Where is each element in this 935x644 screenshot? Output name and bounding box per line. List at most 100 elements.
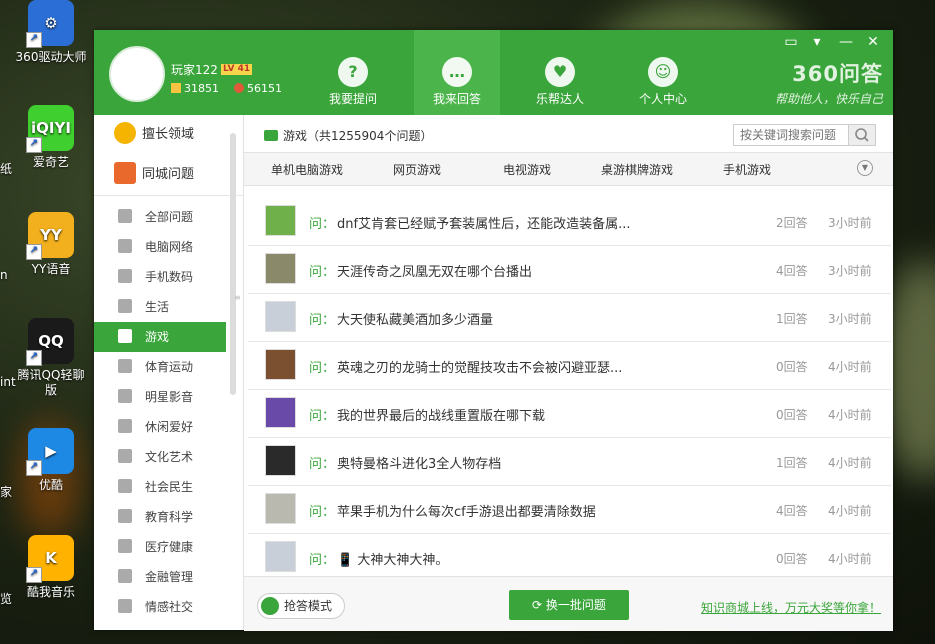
sidebar-item[interactable]: 教育科学 [94,502,226,532]
search-input[interactable] [733,124,849,146]
sidebar-scrollbar[interactable] [230,133,236,395]
desktop-shortcut-label: YY语音 [31,262,71,276]
question-time: 3小时前 [828,216,872,230]
question-text[interactable]: 问： 英魂之刃的龙骑士的觉醒技攻击不会被闪避亚瑟... [309,357,622,376]
points-value: 56151 [247,82,282,95]
subcategory-tabs: 单机电脑游戏 网页游戏 电视游戏 桌游棋牌游戏 手机游戏 ▼ [244,152,893,186]
sidebar-item[interactable]: 社会民生 [94,472,226,502]
asker-avatar[interactable] [265,445,296,476]
sidebar-item[interactable]: 体育运动 [94,352,226,382]
sidebar-item[interactable]: 电脑网络 [94,232,226,262]
nav-tab-3[interactable]: ♥ 乐帮达人 [517,30,603,115]
asker-avatar[interactable] [265,397,296,428]
refresh-questions-button[interactable]: ⟳ 换一批问题 [509,590,629,620]
umbrella-icon [118,299,132,313]
sidebar-item-label: 体育运动 [145,360,194,374]
nav-tab-icon: ? [338,57,368,87]
question-text[interactable]: 问： 大天使私藏美酒加多少酒量 [309,309,493,328]
asker-avatar[interactable] [265,349,296,380]
desktop-shortcut[interactable]: ▶ ↗ 优酷 [12,428,90,493]
desktop-shortcut[interactable]: K ↗ 酷我音乐 [12,535,90,600]
answer-count: 0回答 [776,360,808,374]
minimize-button[interactable]: — [836,33,856,51]
shortcut-arrow-icon: ↗ [26,460,42,476]
subcategory-tab[interactable]: 单机电脑游戏 [271,161,343,178]
question-row[interactable]: 问： 大天使私藏美酒加多少酒量 1回答 3小时前 [248,294,891,342]
search-button[interactable] [848,124,876,146]
question-time: 4小时前 [828,552,872,566]
desktop-shortcut[interactable]: YY ↗ YY语音 [12,212,90,277]
points-stat: 56151 [234,82,282,95]
asker-avatar[interactable] [265,301,296,332]
quick-answer-mode-button[interactable]: 抢答模式 [257,593,345,619]
question-prefix: 问： [309,553,336,568]
question-text[interactable]: 问： 奥特曼格斗进化3全人物存档 [309,453,501,472]
subcategory-tab[interactable]: 电视游戏 [503,161,551,178]
desktop-shortcut[interactable]: iQIYI ↗ 爱奇艺 [12,105,90,170]
question-row[interactable]: 问： 天涯传奇之凤凰无双在哪个台播出 4回答 3小时前 [248,246,891,294]
sidebar-item[interactable]: 医疗健康 [94,532,226,562]
question-text[interactable]: 问： dnf艾肯套已经赋予套装属性后，还能改造装备属... [309,213,630,232]
offscreen-shortcut-label: 览 [0,592,13,606]
question-prefix: 问： [309,409,336,424]
answer-count: 0回答 [776,408,808,422]
user-avatar[interactable] [109,46,165,102]
dropdown-icon[interactable]: ▾ [807,33,827,51]
question-text[interactable]: 问： 苹果手机为什么每次cf手游退出都要清除数据 [309,501,596,520]
question-row[interactable]: 问： dnf艾肯套已经赋予套装属性后，还能改造装备属... 2回答 3小时前 [248,198,891,246]
menu-icon[interactable]: ▭ [781,33,801,51]
question-time: 4小时前 [828,504,872,518]
close-button[interactable]: ✕ [863,33,883,51]
question-text[interactable]: 问： 我的世界最后的战线重置版在哪下载 [309,405,545,424]
answer-count: 0回答 [776,552,808,566]
brand: 360问答 帮助他人，快乐自己 [775,58,883,107]
resize-grip[interactable]: ≡ [234,293,241,302]
nav-tab-2[interactable]: … 我来回答 [414,30,500,115]
nav-tab-4[interactable]: ☺ 个人中心 [620,30,706,115]
sidebar-item[interactable]: 文化艺术 [94,442,226,472]
asker-avatar[interactable] [265,253,296,284]
cherry-icon [234,83,244,93]
question-row[interactable]: 问： 我的世界最后的战线重置版在哪下载 0回答 4小时前 [248,390,891,438]
desktop-shortcut[interactable]: QQ ↗ 腾讯QQ轻聊版 [12,318,90,398]
sidebar-item[interactable]: 休闲爱好 [94,412,226,442]
question-row[interactable]: 问： 📱 大神大神大神。 0回答 4小时前 [248,534,891,582]
chevron-down-icon[interactable]: ▼ [857,160,873,176]
asker-avatar[interactable] [265,205,296,236]
asker-avatar[interactable] [265,541,296,572]
question-text[interactable]: 问： 📱 大神大神大神。 [309,549,448,568]
sidebar-item[interactable]: 生活 [94,292,226,322]
subcategory-tab[interactable]: 桌游棋牌游戏 [601,161,673,178]
sidebar-item-label: 教育科学 [145,510,194,524]
sidebar-item[interactable]: 金融管理 [94,562,226,592]
question-prefix: 问： [309,457,336,472]
sidebar-featured-1[interactable]: 擅长领域 [94,115,243,155]
nav-tab-1[interactable]: ? 我要提问 [310,30,396,115]
sidebar-item[interactable]: 全部问题 [94,202,226,232]
subcategory-tab[interactable]: 手机游戏 [723,161,771,178]
question-prefix: 问： [309,217,336,232]
mode-button-label: 抢答模式 [284,599,333,613]
app-icon: ▶ ↗ [26,428,74,476]
promo-link[interactable]: 知识商城上线，万元大奖等你拿！ [701,599,881,616]
sidebar-item[interactable]: 手机数码 [94,262,226,292]
subcategory-tab[interactable]: 网页游戏 [393,161,441,178]
question-text[interactable]: 问： 天涯传奇之凤凰无双在哪个台播出 [309,261,532,280]
question-prefix: 问： [309,313,336,328]
breadcrumb: 游戏（共1255904个问题） [264,127,432,144]
asker-avatar[interactable] [265,493,296,524]
sidebar-featured-2[interactable]: 同城问题 [94,155,243,195]
question-row[interactable]: 问： 苹果手机为什么每次cf手游退出都要清除数据 4回答 4小时前 [248,486,891,534]
question-time: 4小时前 [828,408,872,422]
question-row[interactable]: 问： 英魂之刃的龙骑士的觉醒技攻击不会被闪避亚瑟... 0回答 4小时前 [248,342,891,390]
desktop-shortcut-label: 爱奇艺 [32,155,69,169]
question-row[interactable]: 问： 奥特曼格斗进化3全人物存档 1回答 4小时前 [248,438,891,486]
question-title: dnf艾肯套已经赋予套装属性后，还能改造装备属... [337,217,631,232]
sidebar-item[interactable]: 游戏 [94,322,226,352]
sidebar-item[interactable]: 情感社交 [94,592,226,622]
question-list: 问： dnf艾肯套已经赋予套装属性后，还能改造装备属... 2回答 3小时前 问： 天涯传… [248,198,891,582]
desktop-shortcut[interactable]: ⚙ ↗ 360驱动大师 [12,0,90,65]
user-name[interactable]: 玩家122 [171,61,218,78]
sidebar-item[interactable]: 明星影音 [94,382,226,412]
yen-icon [118,569,132,583]
